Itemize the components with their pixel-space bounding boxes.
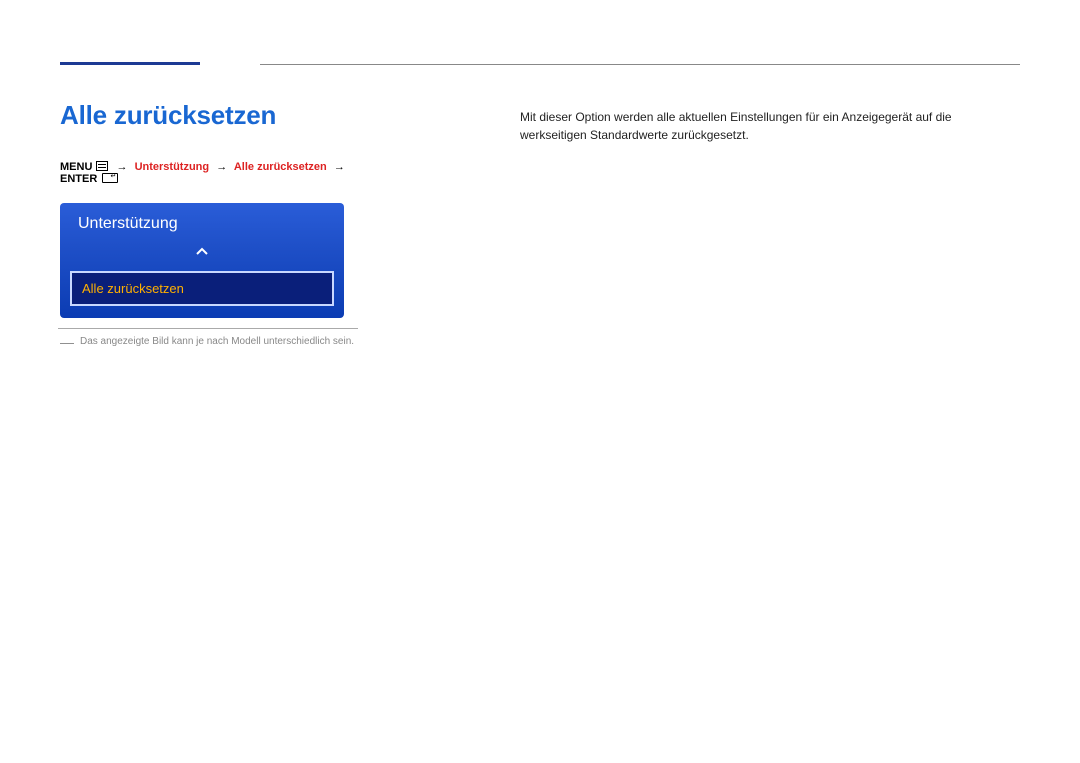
menu-icon <box>96 161 108 171</box>
left-divider <box>58 328 358 329</box>
breadcrumb: MENU → Unterstützung → Alle zurücksetzen… <box>60 161 360 185</box>
chevron-up-icon <box>196 246 208 258</box>
tv-panel-title: Unterstützung <box>60 203 344 241</box>
breadcrumb-menu-label: MENU <box>60 161 92 173</box>
accent-line <box>60 62 200 65</box>
breadcrumb-enter-label: ENTER <box>60 173 97 185</box>
footnote-text: Das angezeigte Bild kann je nach Modell … <box>80 335 354 349</box>
enter-icon <box>102 173 118 183</box>
breadcrumb-step-2: Alle zurücksetzen <box>234 161 327 173</box>
header-rule <box>60 62 1020 70</box>
scroll-up-indicator[interactable] <box>60 241 344 271</box>
arrow-icon: → <box>330 161 349 173</box>
breadcrumb-step-1: Unterstützung <box>135 161 210 173</box>
tv-menu-panel: Unterstützung Alle zurücksetzen <box>60 203 344 318</box>
tv-menu-item-selected[interactable]: Alle zurücksetzen <box>70 271 334 306</box>
footnote-dash-icon: ― <box>60 335 74 349</box>
footnote: ― Das angezeigte Bild kann je nach Model… <box>60 335 360 349</box>
description-text: Mit dieser Option werden alle aktuellen … <box>520 108 1020 144</box>
page-title: Alle zurücksetzen <box>60 100 360 131</box>
arrow-icon: → <box>212 161 231 173</box>
thin-divider <box>260 64 1020 65</box>
